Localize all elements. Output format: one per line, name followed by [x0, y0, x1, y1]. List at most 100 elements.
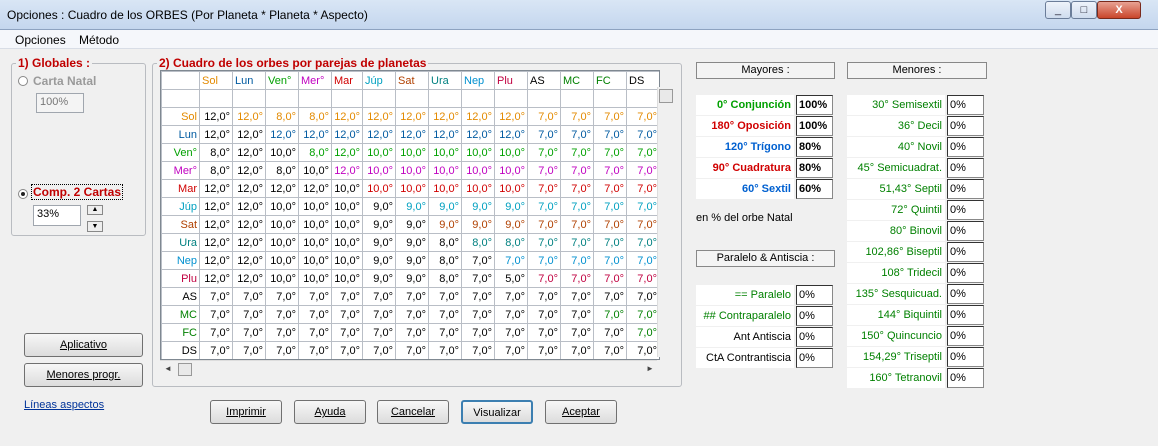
grid-cell[interactable]: 8,0°: [298, 143, 332, 162]
minimize-button[interactable]: _: [1045, 1, 1071, 19]
grid-cell[interactable]: 12,0°: [461, 107, 495, 126]
grid-cell[interactable]: 12,0°: [232, 197, 266, 216]
paralelo-value-input[interactable]: 0%: [796, 306, 833, 326]
aceptar-button[interactable]: Aceptar: [545, 400, 617, 424]
grid-cell[interactable]: 9,0°: [362, 269, 396, 288]
grid-cell[interactable]: 7,0°: [626, 161, 659, 180]
menu-metodo[interactable]: Método: [79, 33, 119, 47]
grid-cell[interactable]: 8,0°: [428, 233, 462, 252]
grid-cell[interactable]: 7,0°: [626, 197, 659, 216]
grid-cell[interactable]: 12,0°: [199, 107, 233, 126]
grid-cell[interactable]: 7,0°: [560, 179, 594, 198]
grid-cell[interactable]: 7,0°: [232, 323, 266, 342]
grid-cell[interactable]: 7,0°: [461, 305, 495, 324]
grid-cell[interactable]: 9,0°: [395, 251, 429, 270]
menores-value-input[interactable]: 0%: [947, 95, 984, 115]
grid-cell[interactable]: 7,0°: [626, 323, 659, 342]
menores-value-input[interactable]: 0%: [947, 137, 984, 157]
grid-cell[interactable]: 10,0°: [298, 197, 332, 216]
grid-cell[interactable]: 7,0°: [626, 287, 659, 306]
grid-cell[interactable]: 7,0°: [593, 161, 627, 180]
grid-cell[interactable]: 7,0°: [232, 287, 266, 306]
grid-cell[interactable]: 7,0°: [527, 251, 561, 270]
grid-cell[interactable]: 7,0°: [265, 287, 299, 306]
grid-cell[interactable]: 7,0°: [593, 305, 627, 324]
grid-cell[interactable]: 7,0°: [265, 305, 299, 324]
hscroll-thumb[interactable]: [178, 363, 192, 376]
cancelar-button[interactable]: Cancelar: [377, 400, 449, 424]
close-button[interactable]: X: [1097, 1, 1141, 19]
grid-cell[interactable]: 7,0°: [331, 305, 363, 324]
grid-cell[interactable]: 7,0°: [593, 233, 627, 252]
grid-cell[interactable]: 7,0°: [560, 143, 594, 162]
grid-cell[interactable]: 7,0°: [461, 341, 495, 359]
grid-cell[interactable]: 9,0°: [428, 197, 462, 216]
grid-cell[interactable]: 7,0°: [461, 251, 495, 270]
grid-cell[interactable]: 8,0°: [494, 233, 528, 252]
grid-cell[interactable]: 10,0°: [461, 143, 495, 162]
grid-cell[interactable]: 12,0°: [265, 179, 299, 198]
grid-cell[interactable]: 7,0°: [428, 287, 462, 306]
grid-cell[interactable]: 12,0°: [298, 179, 332, 198]
menores-value-input[interactable]: 0%: [947, 305, 984, 325]
menores-value-input[interactable]: 0%: [947, 326, 984, 346]
grid-cell[interactable]: 7,0°: [593, 341, 627, 359]
grid-cell[interactable]: 10,0°: [265, 269, 299, 288]
grid-cell[interactable]: 7,0°: [593, 215, 627, 234]
grid-cell[interactable]: 7,0°: [527, 215, 561, 234]
menores-value-input[interactable]: 0%: [947, 221, 984, 241]
grid-cell[interactable]: 8,0°: [265, 161, 299, 180]
grid-cell[interactable]: 10,0°: [428, 179, 462, 198]
grid-cell[interactable]: 7,0°: [560, 107, 594, 126]
grid-cell[interactable]: 12,0°: [199, 233, 233, 252]
ayuda-button[interactable]: Ayuda: [294, 400, 366, 424]
grid-cell[interactable]: 7,0°: [265, 341, 299, 359]
grid-cell[interactable]: 7,0°: [527, 305, 561, 324]
grid-cell[interactable]: 10,0°: [461, 161, 495, 180]
grid-cell[interactable]: 10,0°: [428, 161, 462, 180]
grid-cell[interactable]: 7,0°: [494, 251, 528, 270]
grid-cell[interactable]: 10,0°: [265, 233, 299, 252]
grid-cell[interactable]: 12,0°: [494, 107, 528, 126]
maximize-button[interactable]: □: [1071, 1, 1097, 19]
grid-cell[interactable]: 10,0°: [494, 143, 528, 162]
grid-cell[interactable]: 8,0°: [428, 269, 462, 288]
grid-cell[interactable]: 7,0°: [560, 161, 594, 180]
grid-cell[interactable]: 10,0°: [362, 161, 396, 180]
grid-cell[interactable]: 10,0°: [362, 179, 396, 198]
grid-cell[interactable]: 12,0°: [232, 161, 266, 180]
grid-cell[interactable]: 12,0°: [232, 125, 266, 144]
grid-cell[interactable]: 10,0°: [265, 143, 299, 162]
grid-cell[interactable]: 7,0°: [395, 323, 429, 342]
paralelo-value-input[interactable]: 0%: [796, 327, 833, 347]
grid-cell[interactable]: 7,0°: [331, 341, 363, 359]
menores-value-input[interactable]: 0%: [947, 284, 984, 304]
grid-cell[interactable]: 12,0°: [395, 125, 429, 144]
grid-cell[interactable]: 10,0°: [362, 143, 396, 162]
grid-cell[interactable]: 7,0°: [298, 305, 332, 324]
grid-cell[interactable]: 9,0°: [395, 269, 429, 288]
aplicativo-button[interactable]: Aplicativo: [24, 333, 143, 357]
spin-down-icon[interactable]: ▼: [87, 221, 103, 232]
grid-cell[interactable]: 7,0°: [232, 305, 266, 324]
grid-cell[interactable]: 7,0°: [593, 197, 627, 216]
grid-cell[interactable]: 12,0°: [362, 125, 396, 144]
grid-cell[interactable]: 10,0°: [494, 161, 528, 180]
grid-cell[interactable]: 12,0°: [298, 125, 332, 144]
grid-cell[interactable]: 7,0°: [199, 323, 233, 342]
grid-cell[interactable]: 7,0°: [593, 125, 627, 144]
grid-cell[interactable]: 7,0°: [560, 323, 594, 342]
grid-cell[interactable]: 7,0°: [461, 323, 495, 342]
grid-cell[interactable]: 9,0°: [362, 251, 396, 270]
grid-cell[interactable]: 10,0°: [331, 233, 363, 252]
grid-cell[interactable]: 9,0°: [395, 215, 429, 234]
vertical-scrollbar[interactable]: [657, 87, 674, 357]
grid-cell[interactable]: 9,0°: [362, 233, 396, 252]
grid-cell[interactable]: 7,0°: [560, 125, 594, 144]
grid-cell[interactable]: 9,0°: [362, 197, 396, 216]
grid-cell[interactable]: 7,0°: [560, 197, 594, 216]
grid-cell[interactable]: 7,0°: [626, 125, 659, 144]
grid-cell[interactable]: 7,0°: [199, 287, 233, 306]
grid-cell[interactable]: 7,0°: [626, 143, 659, 162]
grid-cell[interactable]: 9,0°: [494, 197, 528, 216]
